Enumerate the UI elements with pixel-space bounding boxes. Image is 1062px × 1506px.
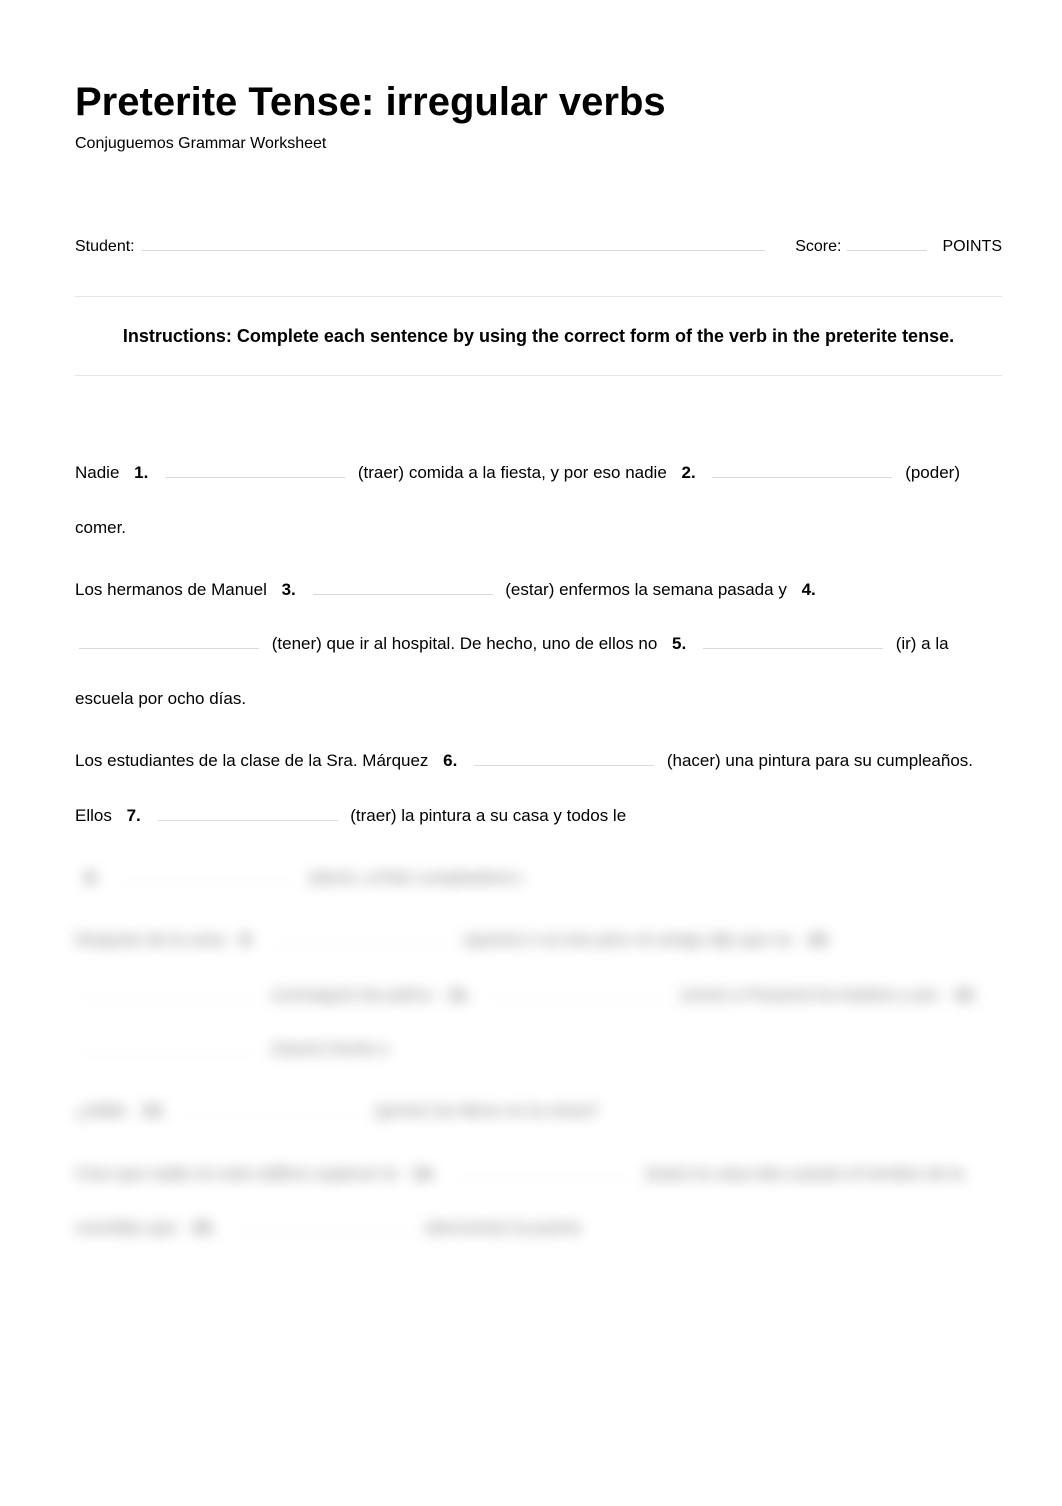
text-fragment: (traer) comida a la fiesta, y por eso na… — [358, 463, 667, 482]
score-label: Score: — [795, 238, 841, 256]
question-number: 3. — [282, 580, 296, 599]
question-number: 14. — [412, 1164, 436, 1183]
answer-blank-15 — [232, 1216, 412, 1233]
answer-blank-11 — [487, 983, 667, 1000]
text-fragment: (venir) a Panamá — [680, 985, 810, 1004]
question-number: 15. — [192, 1218, 216, 1237]
sentence-3: Los estudiantes de la clase de la Sra. M… — [75, 734, 1002, 843]
question-number: 4. — [802, 580, 816, 599]
text-fragment: (traer) la casa ella cuando el — [645, 1164, 860, 1183]
answer-blank-8 — [116, 866, 296, 883]
sentence-6: Creo que nadie en este edificio supieron… — [75, 1147, 1002, 1256]
student-blank-line[interactable] — [141, 233, 766, 251]
question-number: 1. — [134, 463, 148, 482]
answer-blank-4[interactable] — [79, 632, 259, 649]
answer-blank-9 — [271, 928, 451, 945]
text-fragment: Después de la cena — [75, 930, 225, 949]
question-number: 8. — [85, 868, 99, 887]
answer-blank-10 — [79, 983, 259, 1000]
answer-blank-5[interactable] — [703, 632, 883, 649]
text-fragment: Creo que nadie en este edificio supieron… — [75, 1164, 397, 1183]
sentence-5: ¿Aditis 13. (poner) los libros en la mes… — [75, 1084, 1002, 1138]
answer-blank-2[interactable] — [712, 461, 892, 478]
text-fragment: (hacer) una pintura para su — [667, 751, 872, 770]
text-fragment: (poner) los libros en la mesa? — [375, 1101, 599, 1120]
instructions-box: Instructions: Complete each sentence by … — [75, 296, 1002, 377]
student-label: Student: — [75, 238, 135, 256]
answer-blank-1[interactable] — [165, 461, 345, 478]
answer-blank-13 — [182, 1099, 362, 1116]
meta-row: Student: Score: POINTS — [75, 233, 1002, 256]
question-number: 6. — [443, 751, 457, 770]
page-title: Preterite Tense: irregular verbs — [75, 80, 1002, 125]
question-number: 2. — [682, 463, 696, 482]
sentence-3-cont: 8. (decir) «¡Feliz cumpleaños!». — [75, 851, 1002, 905]
text-fragment: Nadie — [75, 463, 119, 482]
question-number: 11. — [448, 985, 471, 1004]
question-number: 12. — [954, 985, 978, 1004]
answer-blank-12 — [79, 1037, 259, 1054]
answer-blank-14 — [452, 1162, 632, 1179]
text-fragment: (decir) «¡Feliz cumpleaños!». — [309, 868, 528, 887]
points-label: POINTS — [942, 238, 1002, 256]
instructions-text: Instructions: Complete each sentence by … — [123, 326, 954, 346]
worksheet-content: Nadie 1. (traer) comida a la fiesta, y p… — [75, 446, 1002, 1255]
text-fragment: (derrochar) la puerta. — [425, 1218, 585, 1237]
blurred-preview-area: 8. (decir) «¡Feliz cumpleaños!». Después… — [75, 851, 1002, 1256]
text-fragment: ¿Aditis — [75, 1101, 127, 1120]
text-fragment: Los estudiantes de la clase de la Sra. M… — [75, 751, 428, 770]
sentence-1: Nadie 1. (traer) comida a la fiesta, y p… — [75, 446, 1002, 555]
text-fragment: (hacer) frente a — [272, 1039, 388, 1058]
text-fragment: (querer) ir al cine pero mi amigo dijo q… — [464, 930, 793, 949]
text-fragment: Los hermanos de Manuel — [75, 580, 267, 599]
text-fragment: (estar) enfermos la semana pasada y — [505, 580, 787, 599]
question-number: 9. — [240, 930, 254, 949]
answer-blank-7[interactable] — [158, 804, 338, 821]
question-number: 7. — [127, 806, 141, 825]
sentence-4: Después de la cena 9. (querer) ir al cin… — [75, 913, 1002, 1076]
answer-blank-6[interactable] — [474, 749, 654, 766]
question-number: 10. — [807, 930, 831, 949]
text-fragment: (conseguir) las pelícu — [272, 985, 434, 1004]
text-fragment: los boletos y por — [815, 985, 939, 1004]
question-number: 5. — [672, 634, 686, 653]
text-fragment: (tener) que ir al hospital. De hecho, un… — [272, 634, 658, 653]
sentence-2: Los hermanos de Manuel 3. (estar) enferm… — [75, 563, 1002, 726]
text-fragment: (traer) la pintura a su casa y todos le — [350, 806, 626, 825]
answer-blank-3[interactable] — [313, 578, 493, 595]
question-number: 13. — [142, 1101, 166, 1120]
page-subtitle: Conjuguemos Grammar Worksheet — [75, 135, 1002, 153]
score-blank-line[interactable] — [847, 233, 927, 251]
